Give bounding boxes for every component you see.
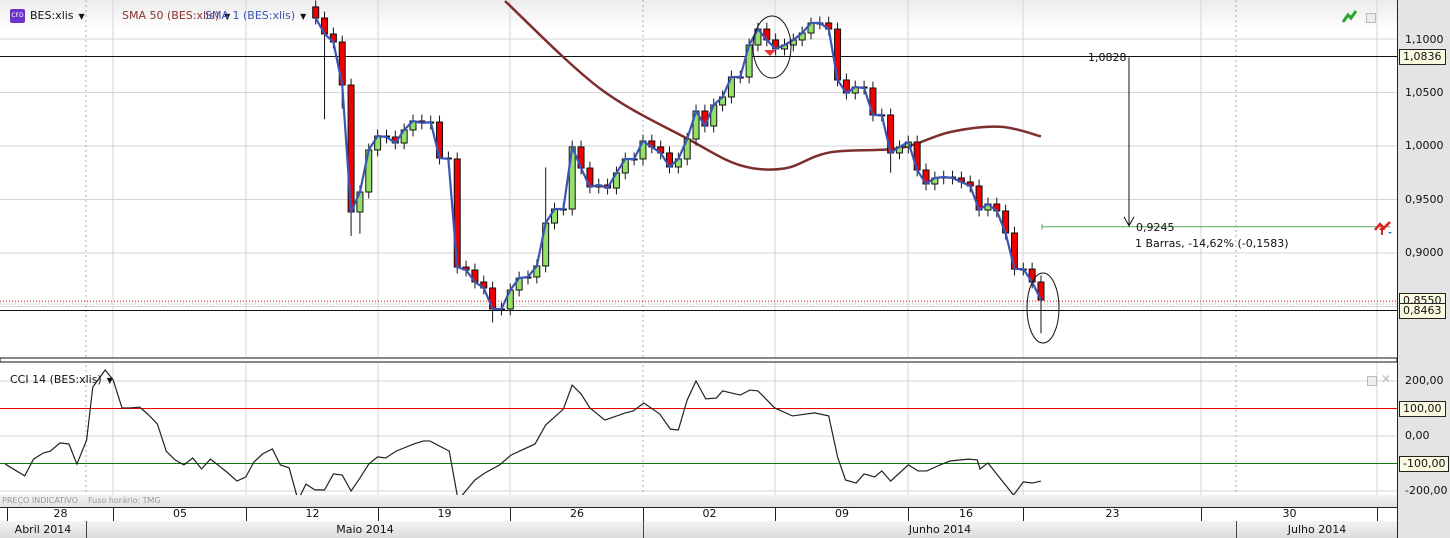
close-cci-icon[interactable]: ✕ <box>1381 372 1391 386</box>
cci-tick: -200,00 <box>1405 484 1448 497</box>
date-label: 19 <box>378 507 510 521</box>
horizontal-lines <box>0 56 1397 311</box>
date-label: 02 <box>643 507 775 521</box>
cci-line <box>4 369 1042 502</box>
sell-signal-icon <box>764 50 776 56</box>
candles <box>312 0 1045 334</box>
date-label: 26 <box>510 507 643 521</box>
chart-canvas[interactable] <box>0 0 1397 507</box>
date-label: 12 <box>246 507 378 521</box>
timezone-note: Fuso horário: TMG <box>88 496 161 505</box>
cci-series <box>0 369 1397 502</box>
price-tick: 0,9000 <box>1405 246 1444 259</box>
price-marker-last: 0,8463 <box>1399 303 1446 319</box>
indicative-price-note: PREÇO INDICATIVO <box>2 496 79 505</box>
date-label: 05 <box>113 507 246 521</box>
footer-bar <box>0 495 1397 507</box>
symbol-menu[interactable]: BES:xlis ▼ <box>30 9 85 22</box>
date-label: 23 <box>1023 507 1201 521</box>
price-tick: 1,1000 <box>1405 33 1444 46</box>
month-label: Maio 2014 <box>86 521 643 538</box>
cci-marker-upper: 100,00 <box>1399 401 1446 417</box>
measure-summary: 1 Barras, -14,62% (-0,1583) <box>1135 237 1289 250</box>
month-label: Junho 2014 <box>643 521 1236 538</box>
caret-down-icon: ▼ <box>106 376 113 385</box>
cci-menu[interactable]: CCI 14 (BES:xlis) ▼ <box>10 373 113 386</box>
panel-divider <box>0 357 1397 363</box>
price-tick: 1,0000 <box>1405 139 1444 152</box>
date-label: 16 <box>908 507 1023 521</box>
sma50-line <box>504 0 1042 171</box>
measure-end-label: 0,9245 <box>1136 221 1175 234</box>
cci-marker-lower: -100,00 <box>1399 456 1450 472</box>
signal-alert-icon[interactable] <box>1374 220 1394 236</box>
price-marker-upper: 1,0836 <box>1399 49 1446 65</box>
cci-tick: 0,00 <box>1405 429 1430 442</box>
month-label: Abril 2014 <box>14 523 72 536</box>
maximize-cci-button[interactable] <box>1367 376 1377 386</box>
price-tick: 0,9500 <box>1405 193 1444 206</box>
candle-body <box>312 6 320 19</box>
trend-icon[interactable] <box>1342 9 1358 23</box>
sma1-menu[interactable]: SMA 1 (BES:xlis) ▼ <box>205 9 306 22</box>
cfd-badge-icon: CFD <box>10 9 25 23</box>
maximize-panel-button[interactable] <box>1366 13 1376 23</box>
date-label: 28 <box>7 507 113 521</box>
measure-start-label: 1,0828 <box>1088 51 1127 64</box>
month-label: Julho 2014 <box>1236 521 1397 538</box>
cci-title: CCI 14 (BES:xlis) <box>10 373 102 386</box>
date-label: 09 <box>775 507 908 521</box>
sma50-series <box>504 0 1042 171</box>
date-label: 30 <box>1201 507 1377 521</box>
date-cell-empty <box>1377 507 1397 521</box>
caret-down-icon: ▼ <box>300 12 307 21</box>
sma1-label: SMA 1 (BES:xlis) <box>205 9 296 22</box>
caret-down-icon: ▼ <box>78 12 85 21</box>
price-tick: 1,0500 <box>1405 86 1444 99</box>
cci-tick: 200,00 <box>1405 374 1444 387</box>
symbol-label: BES:xlis <box>30 9 74 22</box>
